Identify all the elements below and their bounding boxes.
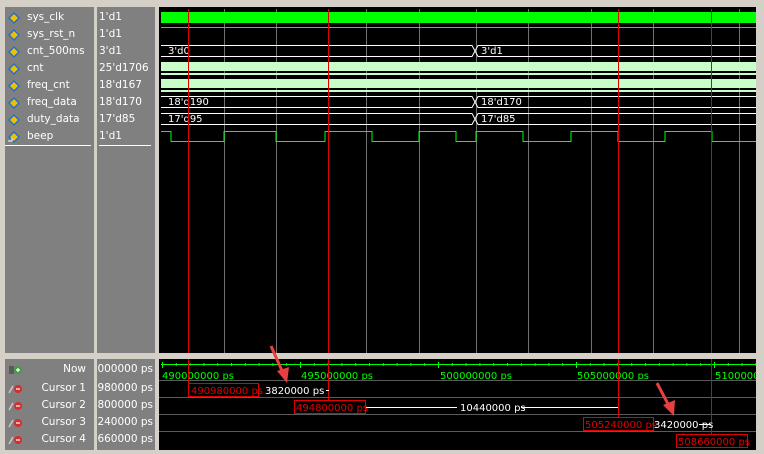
annotation-overlay <box>269 345 675 416</box>
annotation-arrow-2 <box>655 382 675 416</box>
annotation-arrow-1 <box>269 345 289 383</box>
